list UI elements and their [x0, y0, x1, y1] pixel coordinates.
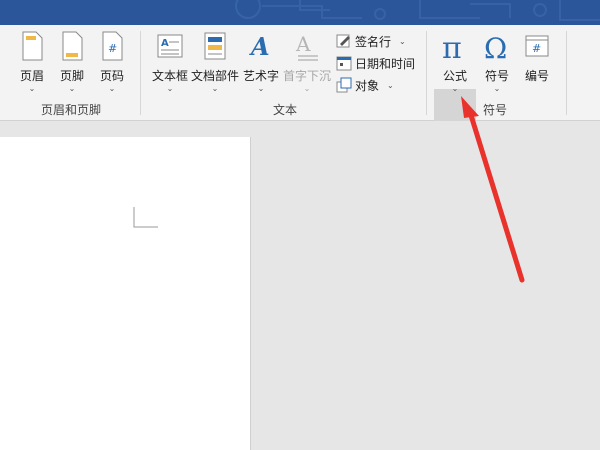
group-separator	[140, 31, 141, 115]
group-label-header-footer: 页眉和页脚	[40, 103, 101, 117]
document-page[interactable]	[0, 137, 251, 450]
drop-cap-icon: A	[295, 32, 318, 61]
svg-text:#: #	[108, 42, 117, 55]
drop-cap-button[interactable]: A 首字下沉 ⌄	[283, 31, 331, 97]
chevron-down-icon: ⌄	[108, 84, 116, 93]
quick-parts-icon	[204, 32, 226, 60]
object-label: 对象	[355, 78, 380, 93]
svg-text:A: A	[295, 32, 311, 56]
chevron-down-icon: ⌄	[451, 84, 459, 93]
drop-cap-label: 首字下沉	[282, 69, 331, 83]
chevron-down-icon: ⌄	[303, 84, 311, 93]
number-label: 编号	[524, 69, 549, 83]
wordart-icon: A	[249, 32, 270, 61]
footer-icon	[62, 31, 83, 61]
object-button[interactable]: 对象 ⌄	[336, 76, 394, 94]
chevron-down-icon: ⌄	[493, 84, 501, 93]
title-bar	[0, 0, 600, 25]
page-number-button[interactable]: # 页码 ⌄	[92, 31, 132, 97]
svg-text:A: A	[161, 38, 169, 49]
symbol-button[interactable]: Ω 符号 ⌄	[477, 31, 517, 97]
footer-button[interactable]: 页脚 ⌄	[52, 31, 92, 97]
quick-parts-button[interactable]: 文档部件 ⌄	[191, 31, 239, 97]
header-icon	[22, 31, 43, 61]
hash-icon: #	[525, 35, 549, 57]
omega-icon: Ω	[484, 32, 507, 63]
svg-text:π: π	[442, 31, 462, 63]
header-button[interactable]: 页眉 ⌄	[12, 31, 52, 97]
signature-line-label: 签名行	[355, 34, 392, 49]
number-button[interactable]: # 编号	[517, 31, 557, 97]
chevron-down-icon: ⌄	[166, 84, 174, 93]
object-icon	[336, 77, 352, 93]
chevron-down-icon: ⌄	[211, 84, 219, 93]
insert-ribbon: 页眉 ⌄ 页脚 ⌄ # 页码 ⌄ 页眉和页脚 A 文本框 ⌄ 文档部件 ⌄ A …	[0, 25, 600, 121]
signature-line-icon	[336, 34, 350, 48]
page-number-label: 页码	[99, 69, 124, 83]
calendar-icon	[336, 56, 352, 71]
svg-text:#: #	[532, 42, 541, 55]
text-box-icon: A	[157, 34, 183, 58]
group-separator	[566, 31, 567, 115]
chevron-down-icon: ⌄	[28, 84, 36, 93]
svg-text:Ω: Ω	[484, 32, 507, 63]
group-label-text: 文本	[272, 103, 297, 117]
group-label-symbols: 符号	[482, 103, 507, 117]
date-time-button[interactable]: 日期和时间	[336, 54, 415, 72]
svg-text:A: A	[249, 32, 270, 61]
page-number-icon: #	[102, 31, 123, 61]
equation-button[interactable]: π 公式 ⌄	[435, 31, 475, 97]
text-box-button[interactable]: A 文本框 ⌄	[150, 31, 190, 97]
chevron-down-icon: ⌄	[387, 80, 394, 90]
chevron-down-icon: ⌄	[399, 36, 406, 46]
pi-icon: π	[442, 31, 462, 63]
signature-line-button[interactable]: 签名行 ⌄	[336, 32, 406, 50]
wordart-button[interactable]: A 艺术字 ⌄	[241, 31, 281, 97]
chevron-down-icon: ⌄	[257, 84, 265, 93]
chevron-down-icon: ⌄	[68, 84, 76, 93]
text-margin-marker	[133, 207, 158, 228]
date-time-label: 日期和时间	[355, 56, 416, 71]
title-bar-pattern	[235, 0, 600, 21]
